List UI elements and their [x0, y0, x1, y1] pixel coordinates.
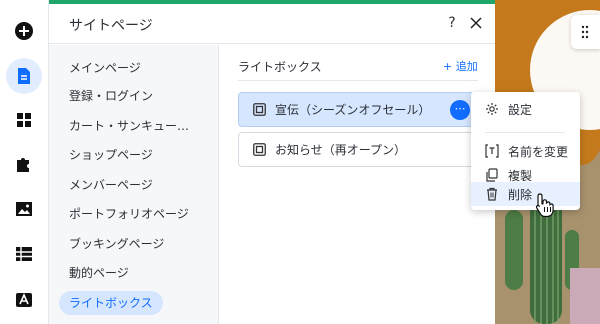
- nav-item-portfolio[interactable]: ポートフォリオページ: [59, 202, 199, 226]
- lightbox-page-icon: [253, 143, 266, 156]
- close-icon[interactable]: [466, 13, 486, 33]
- page-context-menu: 設定 名前を変更 複製 削除: [471, 92, 580, 210]
- site-pages-panel: サイトページ ? メインページ 登録・ログイン カート・サンキュー… ショップペ…: [49, 0, 495, 324]
- menu-item-label: 名前を変更: [508, 145, 569, 159]
- nav-item-cart-thankyou[interactable]: カート・サンキュー…: [59, 114, 199, 138]
- pages-icon[interactable]: [6, 58, 42, 94]
- nav-item-members[interactable]: メンバーページ: [59, 173, 163, 197]
- nav-item-signup-login[interactable]: 登録・ログイン: [59, 84, 163, 108]
- puzzle-icon[interactable]: [6, 146, 42, 182]
- table-icon[interactable]: [6, 236, 42, 272]
- menu-item-label: 設定: [508, 103, 533, 117]
- lightbox-content: ライトボックス + 追加 宣伝（シーズンオフセール） ⋯ お知らせ（再オープン）: [220, 45, 495, 324]
- gear-icon: [486, 103, 498, 115]
- section-title: ライトボックス: [238, 60, 322, 74]
- rename-icon: [485, 144, 499, 158]
- menu-divider: [485, 132, 565, 133]
- hand-cursor-icon: [535, 193, 554, 218]
- left-rail: [0, 0, 49, 324]
- apps-icon[interactable]: [6, 102, 42, 138]
- media-icon[interactable]: [6, 191, 42, 227]
- page-row-label: お知らせ（再オープン）: [275, 143, 407, 157]
- menu-item-rename[interactable]: 名前を変更: [471, 139, 580, 163]
- drag-handle[interactable]: [571, 15, 600, 49]
- nav-item-lightbox[interactable]: ライトボックス: [59, 291, 163, 315]
- nav-item-shop[interactable]: ショップページ: [59, 143, 163, 167]
- drag-handle-icon: [581, 24, 589, 43]
- nav-item-dynamic[interactable]: 動的ページ: [59, 261, 139, 285]
- help-icon[interactable]: ?: [442, 13, 462, 33]
- page-row-promotion[interactable]: 宣伝（シーズンオフセール） ⋯: [238, 92, 474, 127]
- more-actions-button[interactable]: ⋯: [450, 100, 470, 120]
- divider: [238, 80, 478, 81]
- page-category-nav: メインページ 登録・ログイン カート・サンキュー… ショップページ メンバーペー…: [49, 45, 219, 324]
- nav-item-main[interactable]: メインページ: [59, 56, 151, 80]
- nav-item-booking[interactable]: ブッキングページ: [59, 232, 174, 256]
- panel-title: サイトページ: [69, 18, 153, 34]
- page-row-label: 宣伝（シーズンオフセール）: [275, 103, 431, 117]
- menu-item-label: 削除: [508, 188, 533, 202]
- trash-icon: [487, 187, 497, 201]
- add-icon[interactable]: [6, 13, 42, 49]
- duplicate-icon: [486, 168, 498, 182]
- panel-header: サイトページ ?: [49, 4, 495, 44]
- add-lightbox-button[interactable]: + 追加: [443, 58, 478, 74]
- menu-item-settings[interactable]: 設定: [471, 97, 580, 121]
- lightbox-page-icon: [253, 103, 266, 116]
- store-icon[interactable]: [6, 281, 42, 317]
- menu-item-delete[interactable]: 削除: [471, 182, 580, 206]
- page-row-announcement[interactable]: お知らせ（再オープン）: [238, 132, 474, 167]
